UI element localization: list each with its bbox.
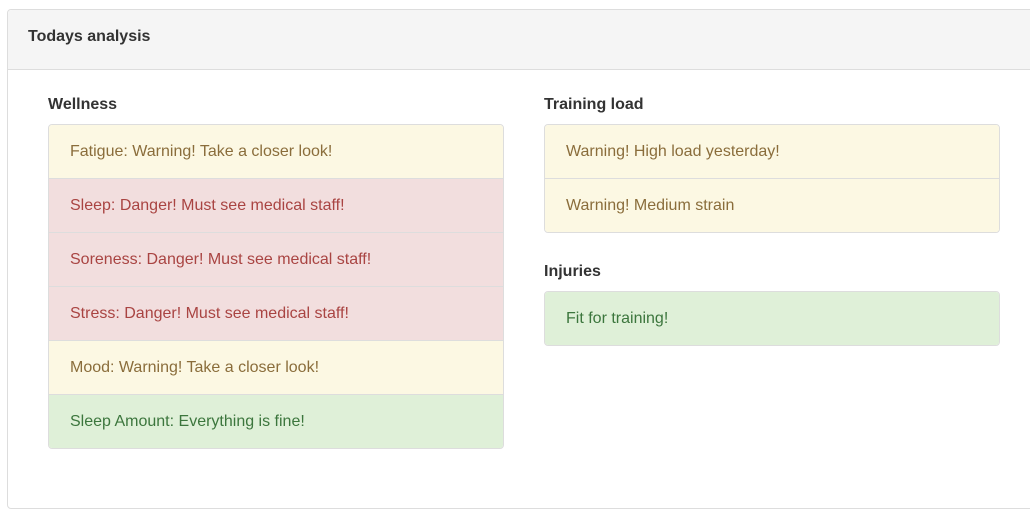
training-load-item-strain: Warning! Medium strain <box>545 178 999 232</box>
injuries-list: Fit for training! <box>544 291 1000 346</box>
wellness-item-mood: Mood: Warning! Take a closer look! <box>49 340 503 394</box>
injuries-title: Injuries <box>544 263 601 280</box>
wellness-column: Wellness Fatigue: Warning! Take a closer… <box>48 95 504 478</box>
wellness-item-soreness: Soreness: Danger! Must see medical staff… <box>49 232 503 286</box>
training-load-item-high-load: Warning! High load yesterday! <box>545 125 999 178</box>
injuries-item-fit: Fit for training! <box>545 292 999 345</box>
training-load-list: Warning! High load yesterday! Warning! M… <box>544 124 1000 233</box>
wellness-item-stress: Stress: Danger! Must see medical staff! <box>49 286 503 340</box>
wellness-item-sleep: Sleep: Danger! Must see medical staff! <box>49 178 503 232</box>
analysis-panel: Todays analysis Wellness Fatigue: Warnin… <box>7 9 1030 509</box>
panel-title: Todays analysis <box>8 10 1030 70</box>
wellness-title: Wellness <box>48 96 118 113</box>
wellness-list: Fatigue: Warning! Take a closer look! Sl… <box>48 124 504 449</box>
training-load-title: Training load <box>544 96 644 113</box>
wellness-item-sleep-amount: Sleep Amount: Everything is fine! <box>49 394 503 448</box>
wellness-item-fatigue: Fatigue: Warning! Take a closer look! <box>49 125 503 178</box>
right-column: Training load Warning! High load yesterd… <box>544 95 1000 375</box>
